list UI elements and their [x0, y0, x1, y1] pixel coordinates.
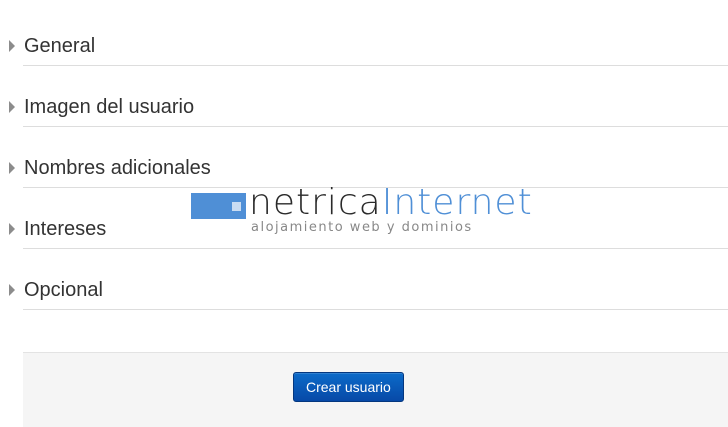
- section-title: Intereses: [24, 217, 107, 240]
- section-title: Opcional: [24, 278, 103, 301]
- section-general-toggle[interactable]: General: [0, 28, 95, 64]
- section-general: General: [0, 28, 728, 89]
- section-interests: Intereses: [0, 211, 728, 272]
- section-additional-names: Nombres adicionales: [0, 150, 728, 211]
- section-user-image: Imagen del usuario: [0, 89, 728, 150]
- section-optional: Opcional: [0, 272, 728, 333]
- chevron-right-icon: [9, 223, 15, 235]
- chevron-right-icon: [9, 40, 15, 52]
- section-title: Nombres adicionales: [24, 156, 211, 179]
- section-divider: [23, 187, 728, 188]
- section-divider: [23, 309, 728, 310]
- section-interests-toggle[interactable]: Intereses: [0, 211, 106, 247]
- chevron-right-icon: [9, 101, 15, 113]
- form-actions: Crear usuario: [23, 352, 728, 427]
- section-title: Imagen del usuario: [24, 95, 195, 118]
- section-title: General: [24, 34, 96, 57]
- section-divider: [23, 65, 728, 66]
- section-divider: [23, 248, 728, 249]
- section-user-image-toggle[interactable]: Imagen del usuario: [0, 89, 194, 125]
- section-optional-toggle[interactable]: Opcional: [0, 272, 103, 308]
- section-divider: [23, 126, 728, 127]
- chevron-right-icon: [9, 284, 15, 296]
- section-additional-names-toggle[interactable]: Nombres adicionales: [0, 150, 211, 186]
- chevron-right-icon: [9, 162, 15, 174]
- create-user-button[interactable]: Crear usuario: [293, 372, 404, 402]
- user-creation-form: General Imagen del usuario Nombres adici…: [0, 0, 728, 427]
